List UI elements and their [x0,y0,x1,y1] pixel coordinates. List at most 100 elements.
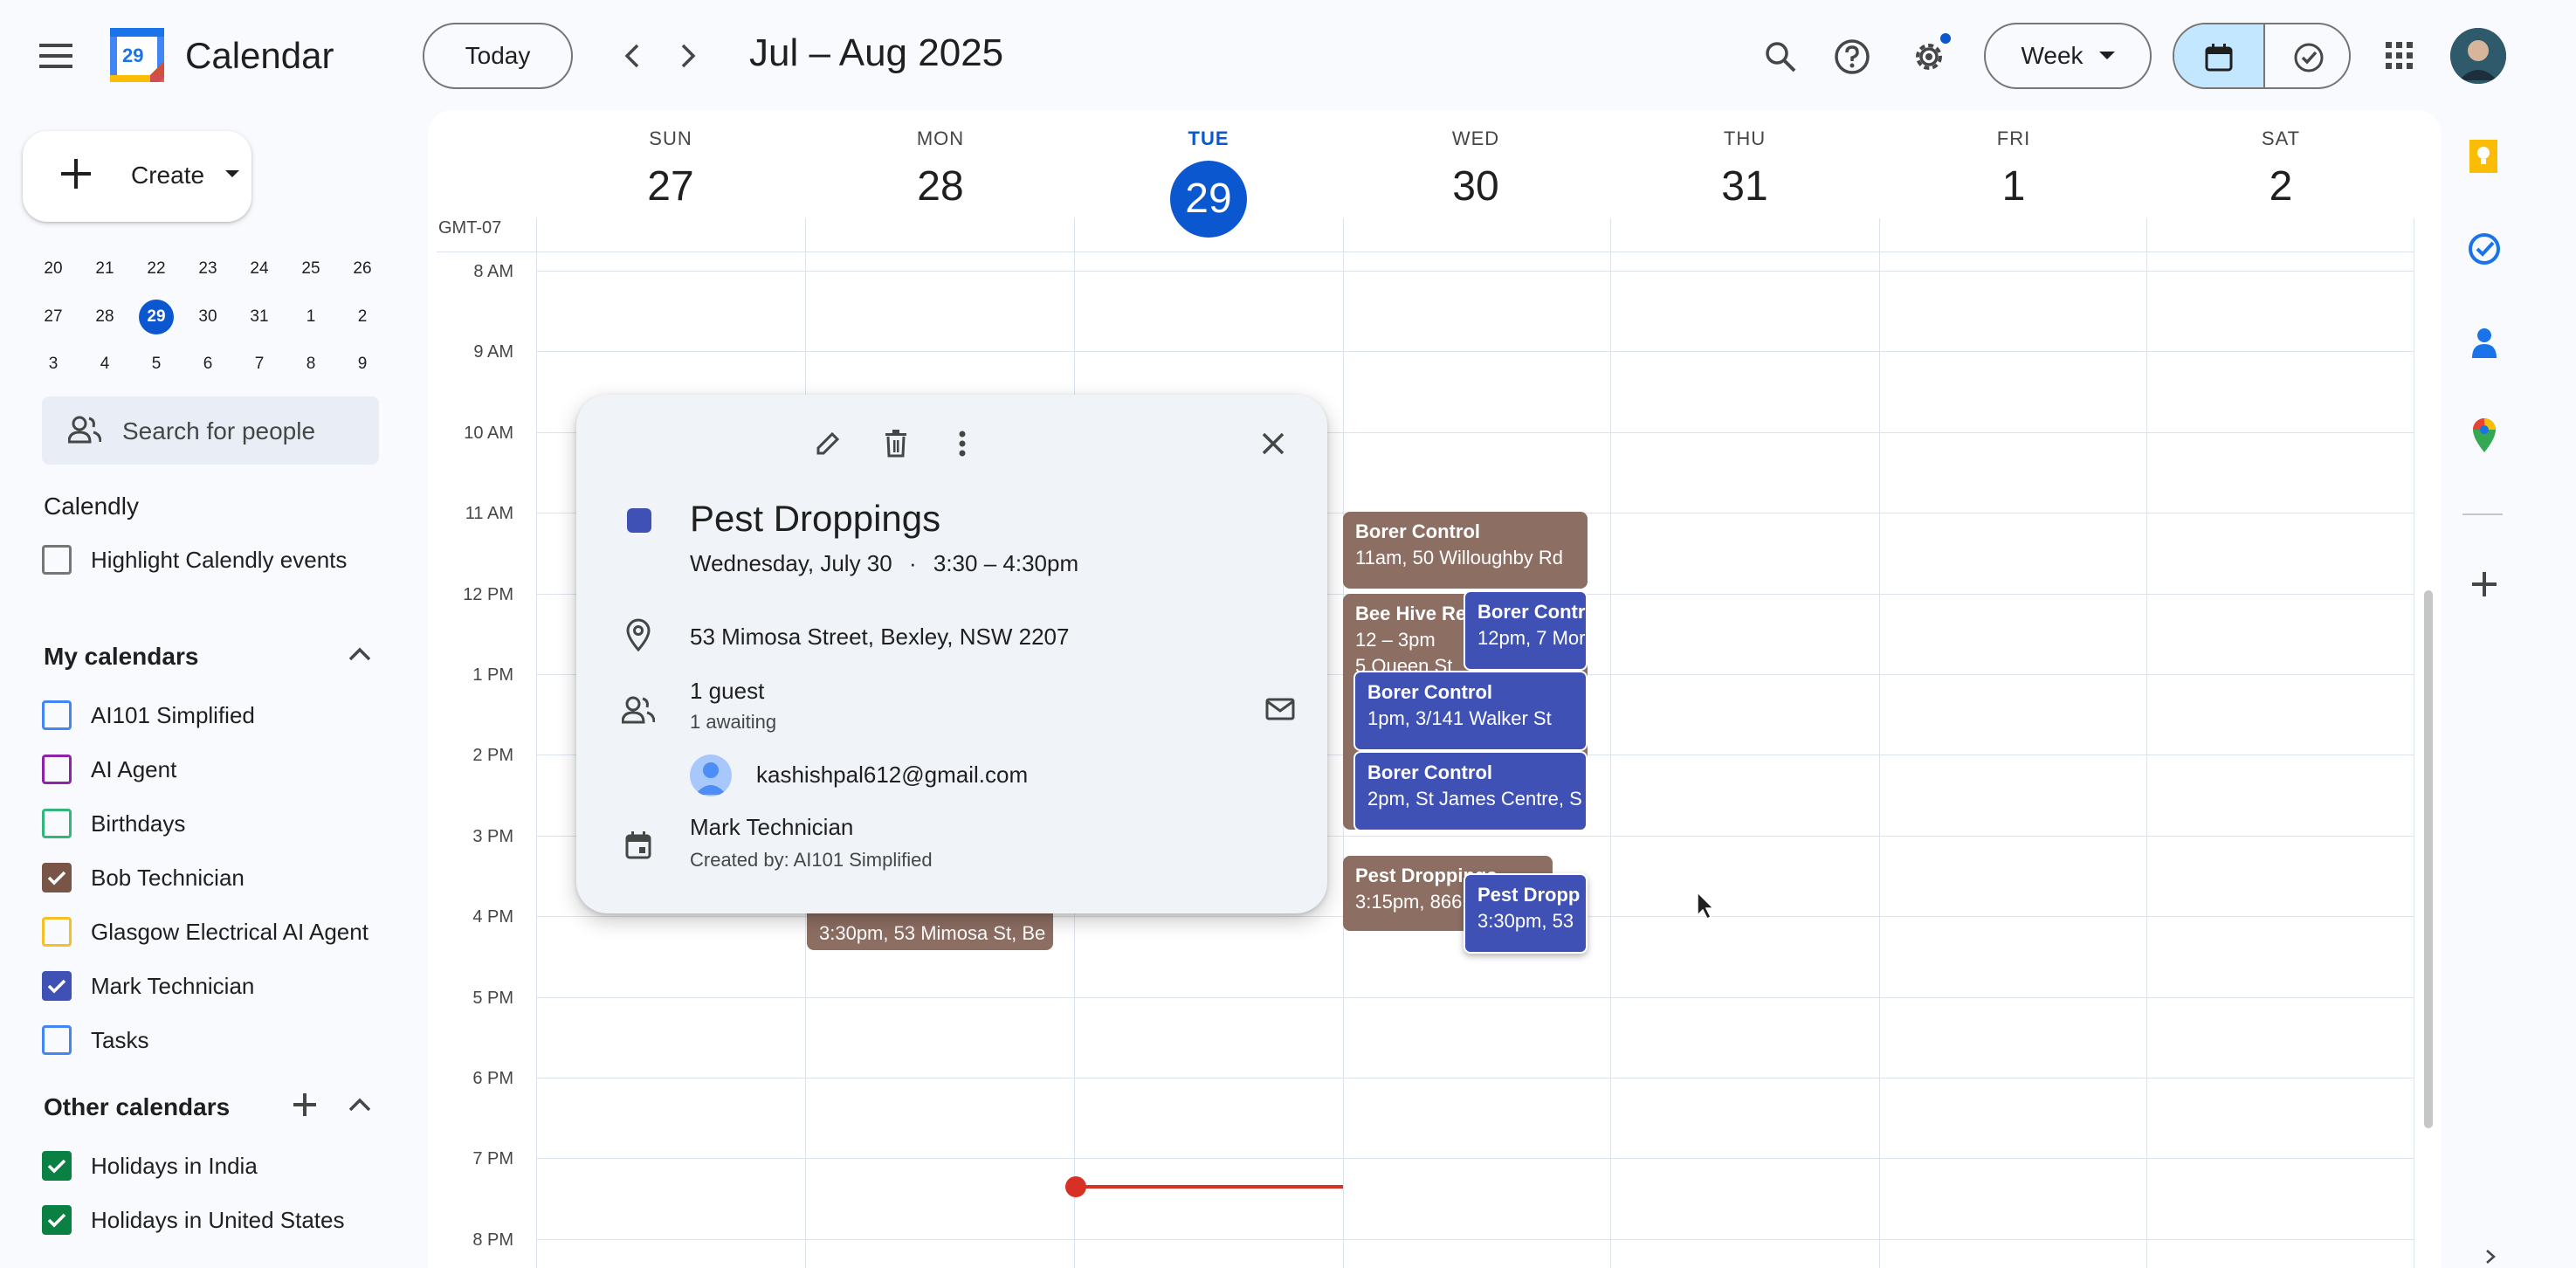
tasks-view-toggle[interactable] [2265,24,2349,87]
delete-event-button[interactable] [873,421,919,466]
logo-day-number: 29 [122,45,144,66]
day-name: TUE [1188,127,1229,149]
expand-rail-button[interactable] [2485,1249,2496,1265]
chevron-right-icon [2486,1250,2496,1264]
mini-calendar-day[interactable]: 23 [190,252,225,286]
event-chip[interactable]: Borer Contr 12pm, 7 Mor [1464,590,1588,671]
mini-calendar-day[interactable]: 7 [242,347,277,382]
view-toggle-group [2173,23,2351,89]
guests-icon [622,696,655,724]
add-other-calendar-button[interactable] [292,1092,318,1118]
calendar-view-toggle[interactable] [2174,24,2263,87]
mini-calendar-day[interactable]: 9 [345,347,380,382]
calendar-checkbox[interactable] [42,755,72,784]
collapse-other-calendars-button[interactable] [348,1097,372,1113]
mini-calendar-day[interactable]: 21 [87,252,122,286]
day-header[interactable]: FRI 1 [1880,127,2147,210]
pencil-icon [816,431,840,455]
contacts-button[interactable] [2471,327,2497,360]
calendar-label: AI101 Simplified [91,702,255,728]
event-chip[interactable]: Borer Control 11am, 50 Willoughby Rd [1343,512,1588,589]
time-label: 7 PM [472,1149,513,1168]
calendar-label: Tasks [91,1027,149,1053]
day-header[interactable]: MON 28 [807,127,1074,210]
mini-calendar-day[interactable]: 1 [293,300,328,334]
get-addons-button[interactable] [2471,571,2497,597]
calendar-checkbox[interactable] [42,917,72,947]
calendar-label: Birthdays [91,810,186,837]
today-button[interactable]: Today [423,23,573,89]
day-date: 28 [917,163,964,210]
day-name: MON [916,127,965,149]
calendar-checkbox[interactable] [42,809,72,838]
calendar-checkbox[interactable] [42,1025,72,1055]
mini-calendar-day[interactable]: 24 [242,252,277,286]
help-button[interactable] [1827,31,1877,82]
account-avatar[interactable] [2450,28,2506,84]
hour-line [536,997,2414,998]
calendar-checkbox[interactable] [42,1205,72,1235]
day-column-divider [536,218,537,1268]
more-options-button[interactable] [940,421,985,466]
keep-button[interactable] [2468,138,2499,175]
chevron-right-icon [681,44,696,68]
search-people-input[interactable]: Search for people [42,396,379,465]
day-header[interactable]: THU 31 [1611,127,1878,210]
checkbox[interactable] [42,545,72,575]
time-label: 9 AM [473,342,513,362]
main-menu-button[interactable] [31,31,80,80]
grid-scrollbar[interactable] [2424,590,2433,1128]
task-check-icon [2294,43,2324,72]
mini-calendar-day[interactable]: 27 [36,300,71,334]
day-name: SUN [649,127,692,149]
calendar-checkbox[interactable] [42,700,72,730]
caret-down-icon [225,170,239,177]
event-chip[interactable]: Borer Control 2pm, St James Centre, S [1353,751,1588,831]
apps-launcher-button[interactable] [2375,31,2424,80]
search-button[interactable] [1755,31,1806,82]
mini-calendar-day[interactable]: 26 [345,252,380,286]
day-header[interactable]: SAT 2 [2147,127,2414,210]
previous-week-button[interactable] [611,35,653,77]
today-date-circle[interactable]: 29 [1170,161,1247,238]
calendar-checkbox[interactable] [42,971,72,1001]
calendly-title: Calendly [44,493,139,520]
mini-calendar-day[interactable]: 30 [190,300,225,334]
mini-calendar-day[interactable]: 22 [139,252,174,286]
view-selector[interactable]: Week [1984,23,2152,89]
maps-button[interactable] [2471,417,2497,454]
mini-calendar-day[interactable]: 3 [36,347,71,382]
mini-calendar-day[interactable]: 28 [87,300,122,334]
mini-calendar-day[interactable]: 4 [87,347,122,382]
mini-calendar-day[interactable]: 31 [242,300,277,334]
calendar-checkbox[interactable] [42,863,72,892]
calendar-checkbox[interactable] [42,1151,72,1181]
calendar-label: Holidays in United States [91,1207,345,1233]
edit-event-button[interactable] [805,421,851,466]
tasks-button[interactable] [2468,232,2501,265]
popup-time: 3:30 – 4:30pm [933,550,1079,576]
mini-calendar-day[interactable]: 25 [293,252,328,286]
email-guests-button[interactable] [1257,686,1303,732]
plus-icon [293,1093,316,1116]
checkmark-icon [47,1159,66,1174]
event-details: 1pm, 3/141 Walker St [1367,707,1552,729]
mini-calendar-day[interactable]: 2 [345,300,380,334]
next-week-button[interactable] [667,35,709,77]
mini-calendar-day[interactable]: 8 [293,347,328,382]
mini-calendar-day[interactable]: 29 [139,300,174,334]
day-header[interactable]: SUN 27 [537,127,804,210]
collapse-my-calendars-button[interactable] [348,646,372,662]
mini-calendar-day[interactable]: 20 [36,252,71,286]
settings-button[interactable] [1904,31,1954,82]
day-header[interactable]: TUE [1075,127,1342,150]
create-button[interactable]: Create [23,131,251,222]
popup-guest-email[interactable]: kashishpal612@gmail.com [756,761,1028,789]
day-header[interactable]: WED 30 [1342,127,1609,210]
event-details: 3:30pm, 53 [1477,910,1574,932]
close-popup-button[interactable] [1250,421,1296,466]
mini-calendar-day[interactable]: 6 [190,347,225,382]
event-chip[interactable]: Borer Control 1pm, 3/141 Walker St [1353,671,1588,751]
mini-calendar-day[interactable]: 5 [139,347,174,382]
event-chip[interactable]: Pest Dropp 3:30pm, 53 [1464,873,1588,954]
